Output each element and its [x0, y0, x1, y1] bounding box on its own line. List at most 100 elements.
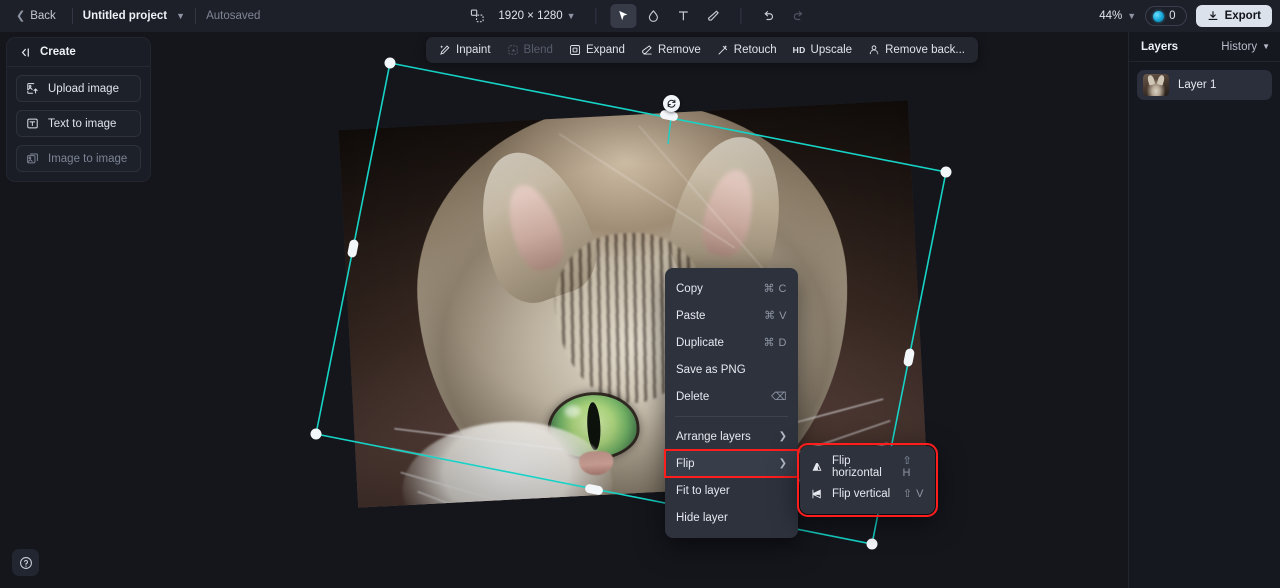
fit-to-layer-label: Fit to layer [676, 484, 730, 497]
history-group [756, 4, 812, 28]
flip-vertical-shortcut: ⇧ V [902, 488, 924, 500]
app-root: ❮ Back Untitled project ▼ Autosaved 1920… [0, 0, 1280, 588]
remove-label: Remove [657, 44, 701, 56]
upload-image-icon [26, 82, 39, 95]
create-panel-header: Create [7, 38, 150, 67]
paste-shortcut: ⌘ V [764, 310, 787, 322]
expand-button[interactable]: Expand [562, 40, 632, 60]
layers-list: Layer 1 [1129, 62, 1280, 108]
undo-button[interactable] [756, 4, 782, 28]
history-label: History [1221, 40, 1258, 53]
blend-label: Blend [523, 44, 553, 56]
arrange-layers-label: Arrange layers [676, 430, 751, 443]
paste-label: Paste [676, 309, 706, 322]
flip-horizontal-item[interactable]: Flip horizontal ⇧ H [800, 453, 935, 480]
back-button[interactable]: ❮ Back [10, 6, 62, 26]
zoom-level[interactable]: 44% [1099, 10, 1122, 22]
context-menu-item-delete[interactable]: Delete ⌫ [665, 383, 798, 410]
rotate-handle[interactable] [663, 95, 680, 112]
retouch-button[interactable]: Retouch [710, 40, 784, 60]
layer-item[interactable]: Layer 1 [1137, 70, 1272, 100]
context-menu-item-copy[interactable]: Copy ⌘ C [665, 275, 798, 302]
brush-mask-tool[interactable] [641, 4, 667, 28]
remove-background-button[interactable]: Remove back... [861, 40, 972, 60]
divider [195, 8, 197, 24]
canvas-dimensions[interactable]: 1920 × 1280 [498, 10, 562, 22]
flip-horizontal-left: Flip horizontal [811, 455, 903, 479]
help-button[interactable] [12, 549, 39, 576]
retouch-icon [717, 44, 729, 56]
flip-submenu: Flip horizontal ⇧ H Flip vertical ⇧ V [797, 443, 938, 517]
redo-button[interactable] [786, 4, 812, 28]
export-button[interactable]: Export [1195, 5, 1272, 27]
flip-vertical-icon [811, 488, 823, 500]
flip-horizontal-shortcut: ⇧ H [902, 455, 913, 479]
create-panel-title: Create [40, 46, 76, 58]
expand-icon [569, 44, 581, 56]
chevron-down-icon[interactable]: ▼ [176, 11, 185, 21]
text-to-image-label: Text to image [48, 117, 117, 130]
ai-tool-strip: Inpaint Blend Expand Remove Retouch HD U… [426, 37, 978, 63]
remove-button[interactable]: Remove [634, 40, 708, 60]
image-to-image-button[interactable]: Image to image [16, 145, 141, 172]
hd-icon: HD [792, 45, 806, 55]
canvas-area[interactable]: Inpaint Blend Expand Remove Retouch HD U… [0, 32, 1128, 588]
duplicate-label: Duplicate [676, 336, 724, 349]
remove-background-label: Remove back... [885, 44, 965, 56]
inpaint-button[interactable]: Inpaint [432, 40, 498, 60]
layers-panel-header: Layers History ▼ [1129, 32, 1280, 62]
image-to-image-icon [26, 152, 39, 165]
history-toggle[interactable]: History ▼ [1221, 41, 1270, 53]
divider [71, 8, 73, 24]
context-menu-item-flip[interactable]: Flip ❯ [664, 449, 799, 478]
handle-corner-top-right[interactable] [940, 166, 952, 178]
eraser-tool[interactable] [701, 4, 727, 28]
context-menu-item-fit-to-layer[interactable]: Fit to layer [665, 477, 798, 504]
credits-badge[interactable]: 0 [1145, 6, 1187, 26]
collapse-panel-icon[interactable] [19, 46, 32, 59]
flip-vertical-item[interactable]: Flip vertical ⇧ V [800, 480, 935, 507]
credit-coin-icon [1153, 10, 1165, 22]
top-bar-left: ❮ Back Untitled project ▼ Autosaved [0, 0, 260, 32]
remove-background-icon [868, 44, 880, 56]
blend-button[interactable]: Blend [500, 40, 560, 60]
copy-shortcut: ⌘ C [763, 283, 787, 295]
flip-horizontal-icon [811, 461, 823, 473]
context-menu-item-arrange-layers[interactable]: Arrange layers ❯ [665, 423, 798, 450]
handle-corner-top-left[interactable] [384, 57, 396, 69]
chevron-down-icon: ▼ [1262, 42, 1270, 51]
context-menu-item-duplicate[interactable]: Duplicate ⌘ D [665, 329, 798, 356]
menu-divider [675, 416, 788, 417]
handle-corner-bottom-left[interactable] [310, 428, 322, 440]
chevron-down-icon[interactable]: ▼ [567, 11, 576, 21]
context-menu-item-paste[interactable]: Paste ⌘ V [665, 302, 798, 329]
flip-label: Flip [676, 457, 695, 470]
flip-horizontal-label: Flip horizontal [832, 454, 882, 479]
canvas-size-icon[interactable] [464, 4, 490, 28]
text-tool[interactable] [671, 4, 697, 28]
inpaint-icon [439, 44, 451, 56]
delete-label: Delete [676, 390, 710, 403]
select-tool[interactable] [610, 4, 637, 28]
expand-label: Expand [585, 44, 625, 56]
inpaint-label: Inpaint [456, 44, 491, 56]
text-to-image-button[interactable]: Text to image [16, 110, 141, 137]
chevron-right-icon: ❯ [778, 431, 787, 442]
chevron-down-icon[interactable]: ▼ [1127, 11, 1136, 21]
divider [740, 8, 742, 24]
upload-image-button[interactable]: Upload image [16, 75, 141, 102]
flip-vertical-left: Flip vertical [811, 488, 890, 500]
top-bar-right: 44% ▼ 0 Export [1099, 0, 1272, 32]
divider [595, 8, 597, 24]
context-menu-item-hide-layer[interactable]: Hide layer [665, 504, 798, 531]
hide-layer-label: Hide layer [676, 511, 728, 524]
project-name[interactable]: Untitled project [83, 10, 167, 22]
text-to-image-icon [26, 117, 39, 130]
context-menu-item-save-as-png[interactable]: Save as PNG [665, 356, 798, 383]
save-as-png-label: Save as PNG [676, 363, 746, 376]
retouch-label: Retouch [733, 44, 777, 56]
create-panel: Create Upload image Text to image Image … [6, 37, 151, 182]
handle-corner-bottom-right[interactable] [866, 538, 878, 550]
layers-panel: Layers History ▼ Layer 1 [1128, 32, 1280, 588]
upscale-button[interactable]: HD Upscale [786, 40, 859, 60]
